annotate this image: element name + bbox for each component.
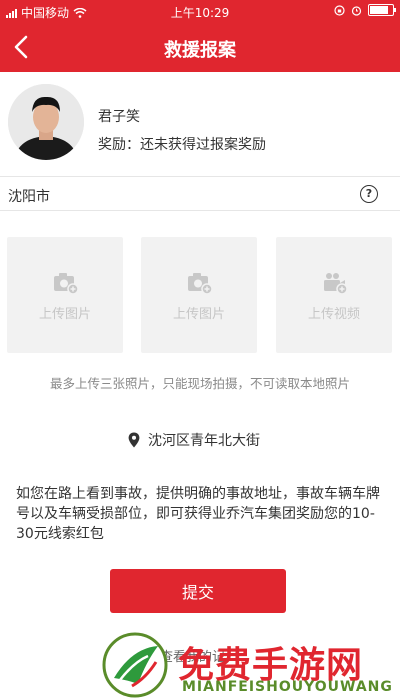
profile-section: 君子笑 奖励：还未获得过报案奖励 xyxy=(0,72,400,176)
avatar-image xyxy=(8,84,84,160)
status-right xyxy=(334,4,396,16)
upload-tip: 最多上传三张照片，只能现场拍摄，不可读取本地照片 xyxy=(49,376,350,391)
alarm-icon xyxy=(351,5,362,16)
upload-photo-button-1[interactable]: 上传图片 xyxy=(7,237,123,353)
avatar xyxy=(8,84,84,160)
camera-plus-icon xyxy=(188,273,213,295)
submit-button[interactable]: 提交 xyxy=(110,569,286,613)
watermark-subtitle: MIANFEISHOUYOUWANG xyxy=(182,679,393,695)
page-title: 救援报案 xyxy=(164,40,236,61)
user-name: 君子笑 xyxy=(98,109,140,125)
location-text: 沈河区青年北大街 xyxy=(148,433,260,449)
watermark-logo-icon xyxy=(102,632,168,698)
battery-icon xyxy=(368,4,396,16)
video-plus-icon xyxy=(324,273,348,295)
upload-label: 上传图片 xyxy=(172,307,225,322)
upload-label: 上传图片 xyxy=(38,307,91,322)
reward-status: 奖励：还未获得过报案奖励 xyxy=(98,137,266,153)
rotation-lock-icon xyxy=(334,4,345,16)
city-label[interactable]: 沈阳市 xyxy=(8,186,50,206)
divider xyxy=(0,210,400,211)
location-pin-icon xyxy=(128,432,140,448)
camera-plus-icon xyxy=(54,273,79,295)
status-bar: 中国移动 上午10:29 xyxy=(0,0,400,24)
watermark: 免费手游网 MIANFEISHOUYOUWANG xyxy=(102,632,398,700)
description-text: 如您在路上看到事故，提供明确的事故地址，事故车辆车牌号以及车辆受损部位，即可获得… xyxy=(16,486,380,542)
upload-video-button[interactable]: 上传视频 xyxy=(276,237,392,353)
upload-label: 上传视频 xyxy=(307,307,360,322)
nav-bar: 救援报案 xyxy=(0,24,400,72)
help-icon[interactable]: ? xyxy=(360,185,378,203)
upload-photo-button-2[interactable]: 上传图片 xyxy=(141,237,257,353)
divider xyxy=(0,176,400,177)
location-row[interactable]: 沈河区青年北大街 xyxy=(128,430,260,450)
